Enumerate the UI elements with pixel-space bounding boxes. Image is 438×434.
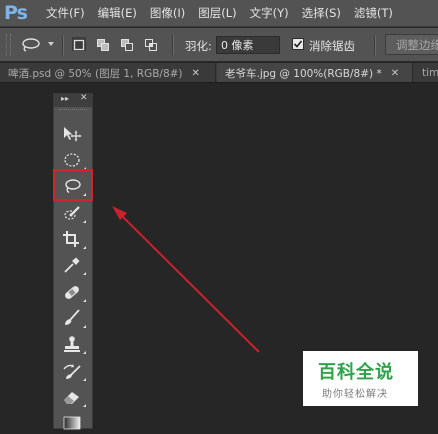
watermark-logo: 百科全说 助你轻松解决 <box>303 351 418 406</box>
watermark-subtitle: 助你轻松解决 <box>322 389 388 400</box>
watermark-title: 百科全说 <box>318 362 394 383</box>
